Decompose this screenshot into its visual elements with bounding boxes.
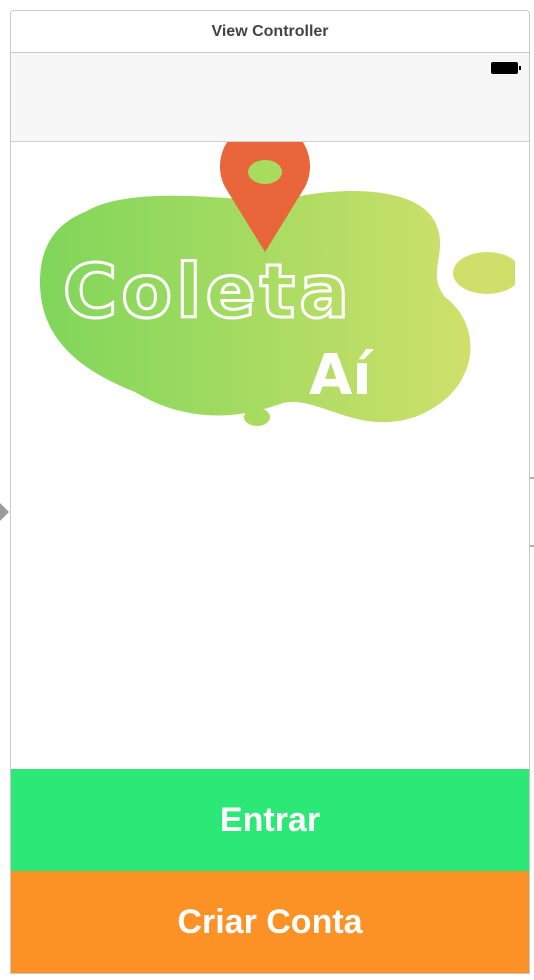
battery-icon	[491, 62, 521, 74]
main-content-view: Coleta Aí	[11, 142, 529, 769]
create-account-button[interactable]: Criar Conta	[11, 871, 529, 973]
scene-title: View Controller	[211, 22, 329, 40]
logo-text-main: Coleta	[63, 249, 353, 335]
logo-bubble-large	[453, 252, 515, 294]
status-and-navigation-bar	[11, 53, 529, 142]
coleta-ai-logo: Coleta Aí	[40, 142, 515, 426]
logo-text-sub: Aí	[309, 343, 374, 408]
create-account-button-label: Criar Conta	[177, 902, 363, 941]
view-controller-scene: View Controller Coleta Aí Entrar Criar C…	[10, 10, 530, 974]
login-button[interactable]: Entrar	[11, 769, 529, 871]
entry-segue-arrow-icon	[0, 503, 9, 521]
scene-title-bar[interactable]: View Controller	[11, 11, 529, 53]
logo-bubble-small	[244, 408, 270, 426]
login-button-label: Entrar	[219, 800, 321, 839]
